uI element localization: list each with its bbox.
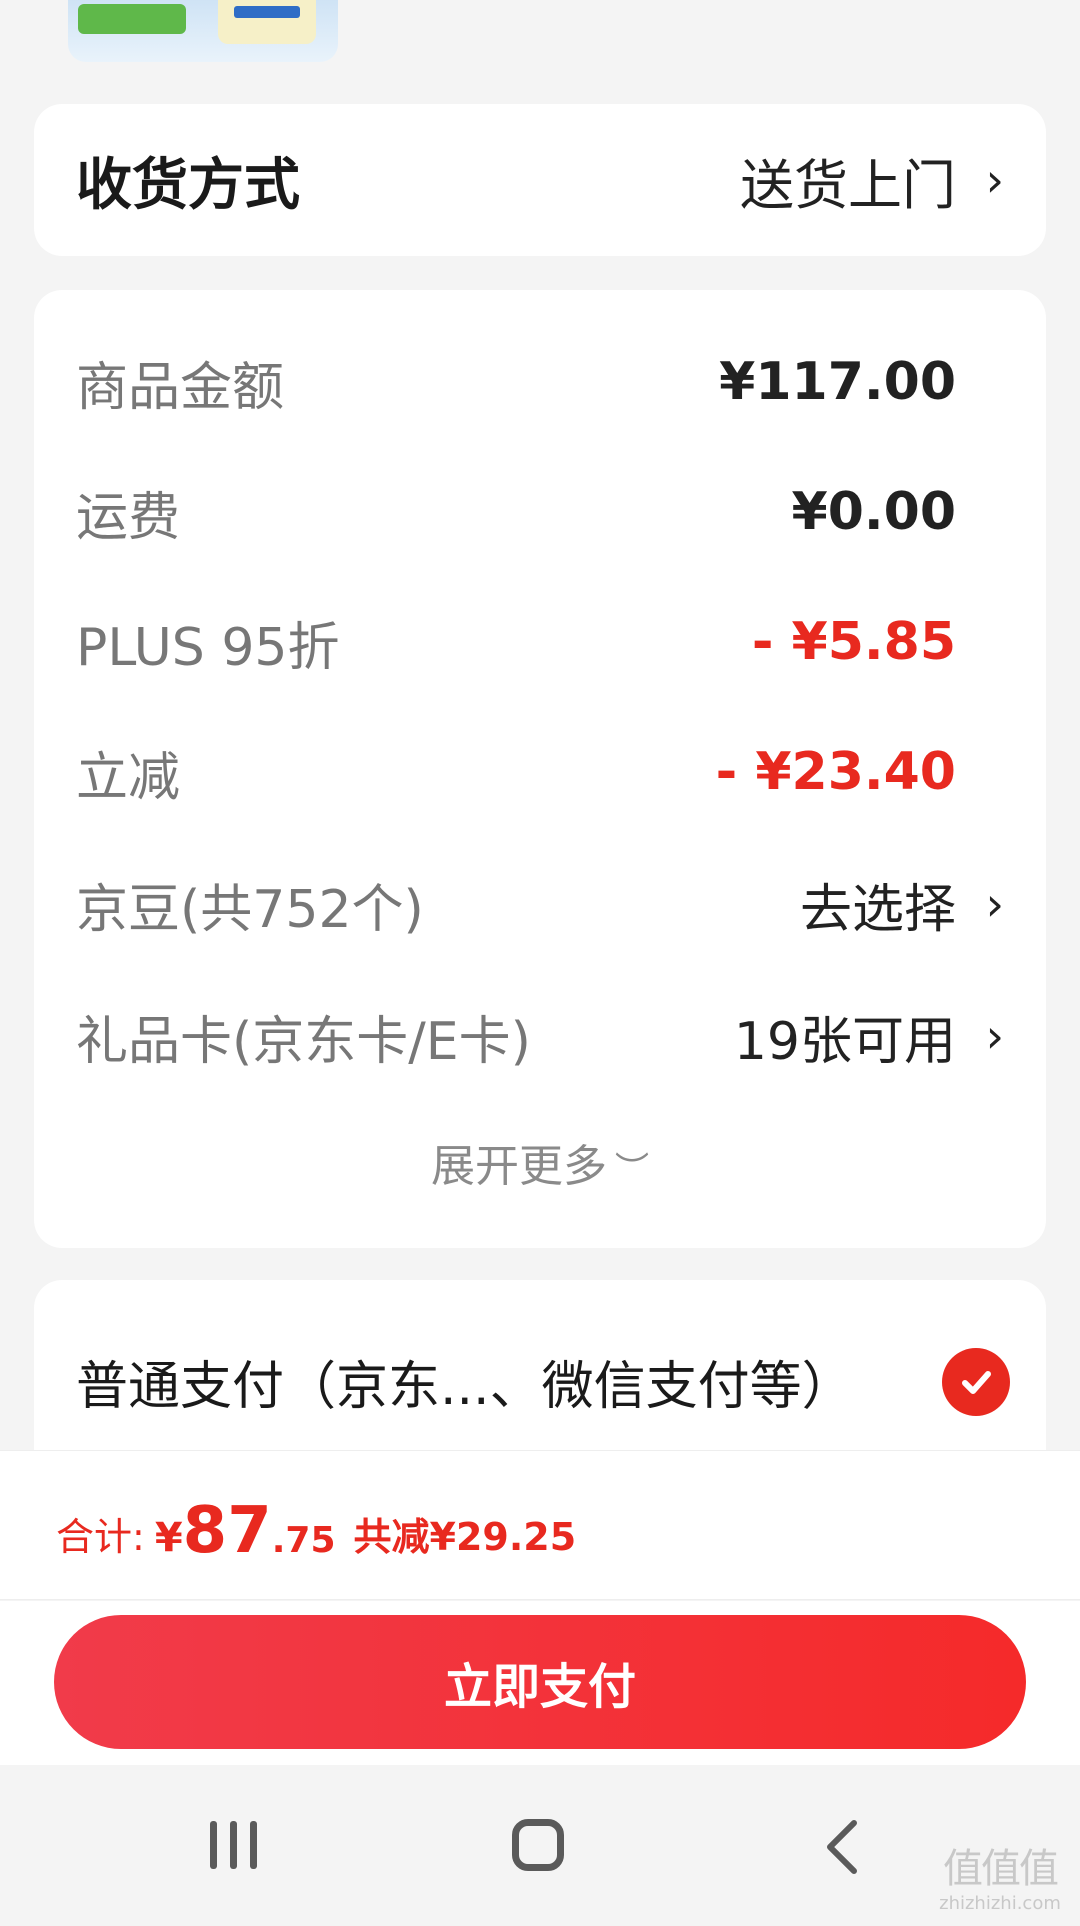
- instant-discount-value: - ¥23.40: [715, 742, 956, 802]
- delivery-method-label: 收货方式: [76, 152, 300, 218]
- system-navigation-bar: [0, 1765, 1080, 1926]
- total-amount-integer: 87: [182, 1494, 272, 1569]
- chevron-right-icon: ›: [985, 1009, 1004, 1063]
- back-icon[interactable]: [822, 1819, 862, 1875]
- chevron-right-icon: ›: [985, 877, 1004, 931]
- shipping-fee-value: ¥0.00: [791, 482, 956, 542]
- product-thumbnail[interactable]: [68, 0, 338, 62]
- plus-discount-label: PLUS 95折: [76, 617, 340, 678]
- product-image-bottle: [218, 0, 316, 44]
- jd-beans-row[interactable]: 京豆(共752个) 去选择 ›: [76, 862, 1004, 946]
- total-summary-bar: 合计: ¥ 87 .75 共减¥29.25: [0, 1450, 1080, 1600]
- delivery-method-value: 送货上门: [740, 153, 956, 217]
- expand-more-label: 展开更多: [431, 1141, 607, 1192]
- instant-discount-row[interactable]: 立减 - ¥23.40: [76, 732, 1004, 812]
- goods-amount-value-group: ¥117.00: [719, 352, 1004, 412]
- jd-beans-value-group: 去选择 ›: [800, 867, 1004, 942]
- recent-apps-icon[interactable]: [210, 1821, 266, 1869]
- product-image-tag: [78, 4, 186, 34]
- plus-discount-row[interactable]: PLUS 95折 - ¥5.85: [76, 602, 1004, 682]
- gift-card-value: 19张可用: [733, 1011, 956, 1072]
- chevron-right-icon: ›: [985, 153, 1004, 207]
- goods-amount-row: 商品金额 ¥117.00: [76, 342, 1004, 422]
- pay-now-button[interactable]: 立即支付: [54, 1615, 1026, 1749]
- delivery-method-row[interactable]: 收货方式 送货上门 ›: [76, 138, 1004, 222]
- chevron-down-icon: ︶: [615, 1150, 649, 1190]
- payment-method-row[interactable]: 普通支付（京东...、微信支付等）: [76, 1344, 1010, 1419]
- total-amount-decimal: .75: [271, 1520, 336, 1561]
- instant-discount-value-group: - ¥23.40: [716, 742, 1004, 802]
- site-watermark: 值值值 zhizhizhi.com: [930, 1845, 1070, 1920]
- plus-discount-value: - ¥5.85: [751, 612, 956, 672]
- shipping-fee-label: 运费: [76, 487, 181, 548]
- instant-discount-label: 立减: [76, 747, 181, 808]
- delivery-method-value-group: 送货上门 ›: [740, 141, 1004, 220]
- total-label: 合计:: [56, 1515, 145, 1559]
- amounts-card: 商品金额 ¥117.00 运费 ¥0.00 PLUS 95折 - ¥5.85 立…: [34, 290, 1046, 1248]
- jd-beans-label: 京豆(共752个): [76, 879, 424, 940]
- goods-amount-value: ¥117.00: [719, 352, 956, 412]
- goods-amount-label: 商品金额: [76, 357, 285, 418]
- pay-now-label: 立即支付: [443, 1659, 636, 1715]
- checkmark-icon[interactable]: [942, 1347, 1010, 1416]
- total-saved: 共减¥29.25: [353, 1515, 577, 1559]
- watermark-logo: 值值值: [943, 1846, 1059, 1892]
- watermark-text: zhizhizhi.com: [939, 1893, 1061, 1914]
- shipping-fee-row: 运费 ¥0.00: [76, 472, 1004, 552]
- plus-discount-value-group: - ¥5.85: [752, 612, 1004, 672]
- home-icon[interactable]: [512, 1819, 564, 1871]
- payment-method-label: 普通支付（京东...、微信支付等）: [76, 1357, 854, 1417]
- total-currency: ¥: [154, 1515, 183, 1561]
- gift-card-value-group: 19张可用 ›: [734, 999, 1004, 1074]
- pay-button-area: 立即支付: [0, 1601, 1080, 1765]
- shipping-fee-value-group: ¥0.00: [792, 482, 1004, 542]
- gift-card-label: 礼品卡(京东卡/E卡): [76, 1011, 531, 1072]
- expand-more-button[interactable]: 展开更多 ︶: [34, 1130, 1046, 1194]
- delivery-card: 收货方式 送货上门 ›: [34, 104, 1046, 256]
- jd-beans-value: 去选择: [799, 879, 956, 940]
- gift-card-row[interactable]: 礼品卡(京东卡/E卡) 19张可用 ›: [76, 994, 1004, 1078]
